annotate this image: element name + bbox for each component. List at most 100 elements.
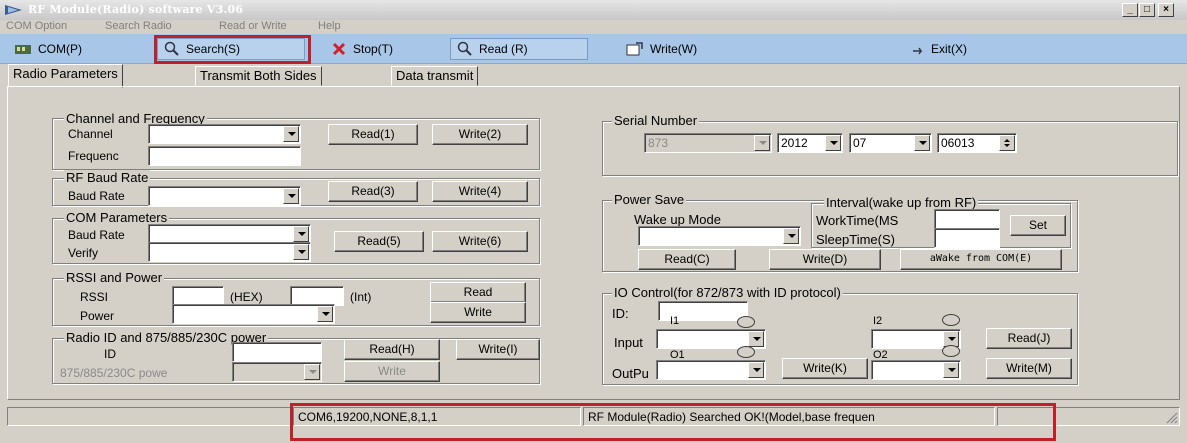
output-1-select[interactable] bbox=[656, 360, 766, 380]
menu-search-radio[interactable]: Search Radio bbox=[105, 20, 172, 32]
channel-write-button[interactable]: Write(2) bbox=[432, 124, 528, 145]
serial-month-select[interactable]: 07 bbox=[849, 133, 932, 153]
exit-arrow-icon bbox=[913, 47, 923, 55]
chevron-down-icon[interactable] bbox=[754, 135, 770, 151]
chevron-down-icon[interactable] bbox=[293, 244, 309, 260]
menu-help[interactable]: Help bbox=[318, 20, 341, 32]
chevron-down-icon[interactable] bbox=[748, 362, 764, 378]
sleeptime-field[interactable] bbox=[934, 228, 1000, 248]
stop-button[interactable]: Stop(T) bbox=[325, 38, 399, 60]
menu-bar: COM Option Search Radio Read or Write He… bbox=[0, 20, 1187, 34]
power-save-title: Power Save bbox=[612, 192, 687, 207]
rssi-label: RSSI bbox=[80, 290, 109, 304]
serial-number-title: Serial Number bbox=[612, 113, 700, 128]
power-save-write-button[interactable]: Write(D) bbox=[769, 249, 881, 270]
write-button[interactable]: Write(W) bbox=[620, 38, 703, 60]
rssi-hex-field[interactable] bbox=[172, 286, 224, 306]
io-write-k-button[interactable]: Write(K) bbox=[782, 358, 868, 379]
frequency-label: Frequenc bbox=[68, 149, 119, 163]
o1-indicator bbox=[737, 346, 755, 358]
int-label: (Int) bbox=[350, 290, 372, 304]
worktime-field[interactable] bbox=[934, 209, 1000, 229]
output-2-select[interactable] bbox=[871, 360, 961, 380]
io-id-label: ID: bbox=[612, 306, 629, 321]
rssi-int-field[interactable] bbox=[290, 286, 344, 306]
close-button[interactable]: × bbox=[1158, 3, 1174, 17]
chevron-down-icon[interactable] bbox=[825, 135, 841, 151]
rf-baud-select[interactable] bbox=[148, 186, 301, 206]
stop-label: Stop(T) bbox=[353, 42, 394, 56]
chevron-down-icon[interactable] bbox=[317, 306, 333, 322]
tab-transmit-both-sides[interactable]: Transmit Both Sides bbox=[195, 66, 322, 86]
frequency-field[interactable] bbox=[148, 146, 301, 166]
o2-indicator bbox=[942, 345, 960, 357]
menu-read-or-write[interactable]: Read or Write bbox=[219, 20, 287, 32]
rf-baud-write-button[interactable]: Write(4) bbox=[432, 181, 528, 202]
com-baud-label: Baud Rate bbox=[68, 228, 125, 242]
id-label: ID bbox=[104, 347, 116, 361]
wake-mode-select[interactable] bbox=[638, 226, 801, 246]
minimize-button[interactable]: _ bbox=[1122, 3, 1138, 17]
radio-power-write-button[interactable]: Write bbox=[344, 361, 440, 382]
power-write-button[interactable]: Write bbox=[430, 302, 526, 323]
serial-year-select[interactable]: 2012 bbox=[777, 133, 843, 153]
chevron-down-icon[interactable] bbox=[748, 331, 764, 347]
serial-model-select[interactable]: 873 bbox=[644, 133, 772, 153]
radio-id-field[interactable] bbox=[232, 342, 322, 362]
i2-label: I2 bbox=[873, 315, 883, 327]
status-cell-empty bbox=[7, 407, 291, 426]
power-select[interactable] bbox=[172, 304, 335, 324]
serial-number-spinner[interactable]: 06013 bbox=[937, 133, 1017, 153]
interval-set-button[interactable]: Set bbox=[1010, 215, 1066, 236]
channel-select[interactable] bbox=[148, 124, 301, 144]
read-button[interactable]: Read (R) bbox=[450, 38, 588, 60]
exit-button[interactable]: Exit(X) bbox=[905, 38, 973, 60]
com-read-button[interactable]: Read(5) bbox=[334, 231, 424, 252]
chevron-down-icon[interactable] bbox=[783, 228, 799, 244]
i1-label: I1 bbox=[670, 315, 680, 327]
hex-label: (HEX) bbox=[230, 290, 263, 304]
wake-from-com-button[interactable]: aWake from COM(E) bbox=[900, 249, 1062, 270]
rssi-power-title: RSSI and Power bbox=[64, 270, 165, 285]
verify-label: Verify bbox=[68, 246, 99, 260]
power-label: Power bbox=[80, 309, 115, 323]
write-icon bbox=[626, 42, 643, 56]
radio-id-write-button[interactable]: Write(I) bbox=[456, 339, 540, 360]
chevron-down-icon[interactable] bbox=[304, 364, 320, 380]
spinner-arrows-icon[interactable] bbox=[999, 135, 1015, 151]
chevron-down-icon[interactable] bbox=[943, 362, 959, 378]
read-label: Read (R) bbox=[479, 42, 528, 56]
com-write-button[interactable]: Write(6) bbox=[432, 231, 528, 252]
power-save-read-button[interactable]: Read(C) bbox=[638, 249, 736, 270]
com-label: COM(P) bbox=[38, 42, 82, 56]
maximize-button[interactable]: □ bbox=[1139, 3, 1155, 17]
verify-select[interactable] bbox=[148, 242, 311, 262]
radio-id-read-button[interactable]: Read(H) bbox=[344, 339, 440, 360]
io-write-m-button[interactable]: Write(M) bbox=[986, 358, 1072, 379]
resize-grip-icon[interactable] bbox=[1166, 412, 1178, 424]
channel-read-button[interactable]: Read(1) bbox=[328, 124, 418, 145]
com-baud-select[interactable] bbox=[148, 224, 311, 244]
rf-baud-read-button[interactable]: Read(3) bbox=[328, 181, 418, 202]
wake-mode-label: Wake up Mode bbox=[634, 212, 721, 227]
chevron-down-icon[interactable] bbox=[293, 226, 309, 242]
io-read-button[interactable]: Read(J) bbox=[986, 328, 1072, 349]
title-bar: RF Module(Radio) software V3.06 _ □ × bbox=[0, 0, 1187, 20]
io-control-title: IO Control(for 872/873 with ID protocol) bbox=[612, 285, 843, 300]
channel-label: Channel bbox=[68, 127, 113, 141]
rf-baud-title: RF Baud Rate bbox=[64, 170, 151, 185]
exit-label: Exit(X) bbox=[931, 42, 967, 56]
radio-power-select[interactable] bbox=[232, 362, 322, 382]
rssi-read-button[interactable]: Read bbox=[430, 282, 526, 303]
tab-data-transmit[interactable]: Data transmit bbox=[391, 66, 479, 86]
chevron-down-icon[interactable] bbox=[283, 188, 299, 204]
status-highlight-box bbox=[290, 403, 1056, 441]
tab-radio-parameters[interactable]: Radio Parameters bbox=[8, 64, 123, 88]
output-label: OutPu bbox=[612, 366, 649, 381]
chevron-down-icon[interactable] bbox=[283, 126, 299, 142]
app-icon bbox=[5, 5, 22, 15]
write-label: Write(W) bbox=[650, 42, 698, 56]
chevron-down-icon[interactable] bbox=[914, 135, 930, 151]
menu-com-option[interactable]: COM Option bbox=[6, 20, 67, 32]
com-button[interactable]: COM(P) bbox=[8, 38, 88, 60]
